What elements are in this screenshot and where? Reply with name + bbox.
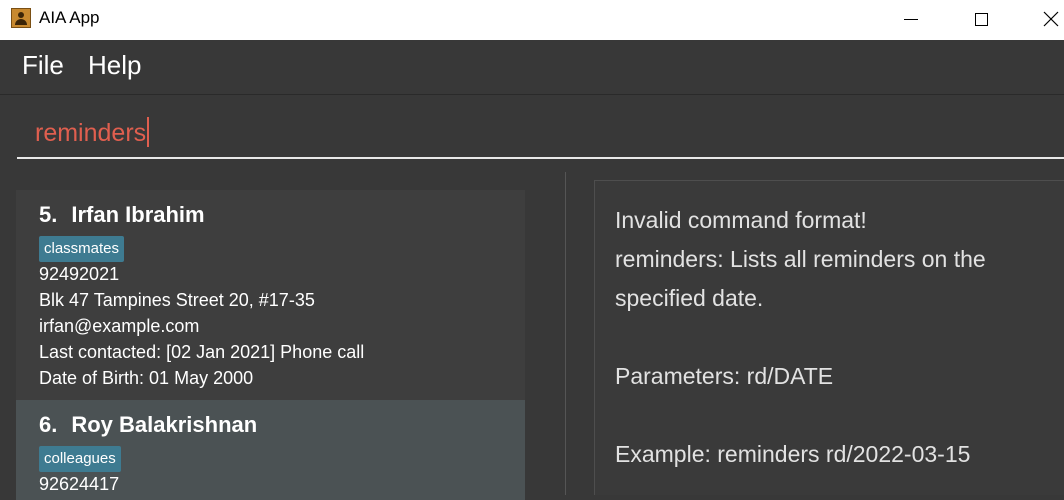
menu-bar: File Help <box>0 40 1064 95</box>
person-tag: classmates <box>39 236 125 262</box>
person-address: Blk 47 Tampines Street 20, #17-35 <box>39 290 315 310</box>
person-email: irfan@example.com <box>39 316 200 336</box>
minimize-button[interactable] <box>888 0 934 38</box>
maximize-button[interactable] <box>958 0 1004 38</box>
person-card[interactable]: 5. Irfan Ibrahim classmates 92492021 Blk … <box>16 190 525 400</box>
person-last-contacted: Last contacted: [02 Jan 2021] Phone call <box>39 342 365 362</box>
result-line: Example: reminders rd/2022-03-15 <box>615 441 971 467</box>
close-button[interactable] <box>1028 0 1064 38</box>
person-name: Roy Balakrishnan <box>71 412 258 437</box>
result-line: specified date. <box>615 285 764 311</box>
menu-help[interactable]: Help <box>88 50 141 81</box>
window-title: AIA App <box>39 8 100 27</box>
result-line: Parameters: rd/DATE <box>615 363 834 389</box>
contact-book-icon <box>11 8 31 28</box>
text-caret <box>147 117 150 147</box>
result-line: Invalid command format! <box>615 207 867 233</box>
person-index: 5. <box>39 202 58 227</box>
result-display-panel: Invalid command format! reminders: Lists… <box>578 172 1064 495</box>
minimize-icon <box>904 18 918 20</box>
command-input[interactable]: reminders <box>17 105 1064 159</box>
person-phone: 92492021 <box>39 264 120 284</box>
person-birthday: Date of Birth: 01 May 2000 <box>39 368 254 388</box>
person-title: 6. Roy Balakrishnan <box>39 412 257 438</box>
result-display[interactable]: Invalid command format! reminders: Lists… <box>594 180 1064 495</box>
person-index: 6. <box>39 412 58 437</box>
maximize-icon <box>974 12 988 26</box>
person-card-selected[interactable]: 6. Roy Balakrishnan colleagues 92624417 <box>16 400 525 500</box>
person-phone: 92624417 <box>39 474 120 494</box>
command-text: reminders <box>35 119 147 147</box>
command-box: reminders <box>0 95 1064 167</box>
person-list-panel[interactable]: 5. Irfan Ibrahim classmates 92492021 Blk … <box>0 172 566 500</box>
title-bar: AIA App <box>0 0 1064 40</box>
person-title: 5. Irfan Ibrahim <box>39 202 205 228</box>
close-icon <box>1043 11 1059 27</box>
person-name: Irfan Ibrahim <box>71 202 205 227</box>
person-tag: colleagues <box>39 446 121 472</box>
result-line: reminders: Lists all reminders on the <box>615 246 986 272</box>
menu-file[interactable]: File <box>22 50 64 81</box>
